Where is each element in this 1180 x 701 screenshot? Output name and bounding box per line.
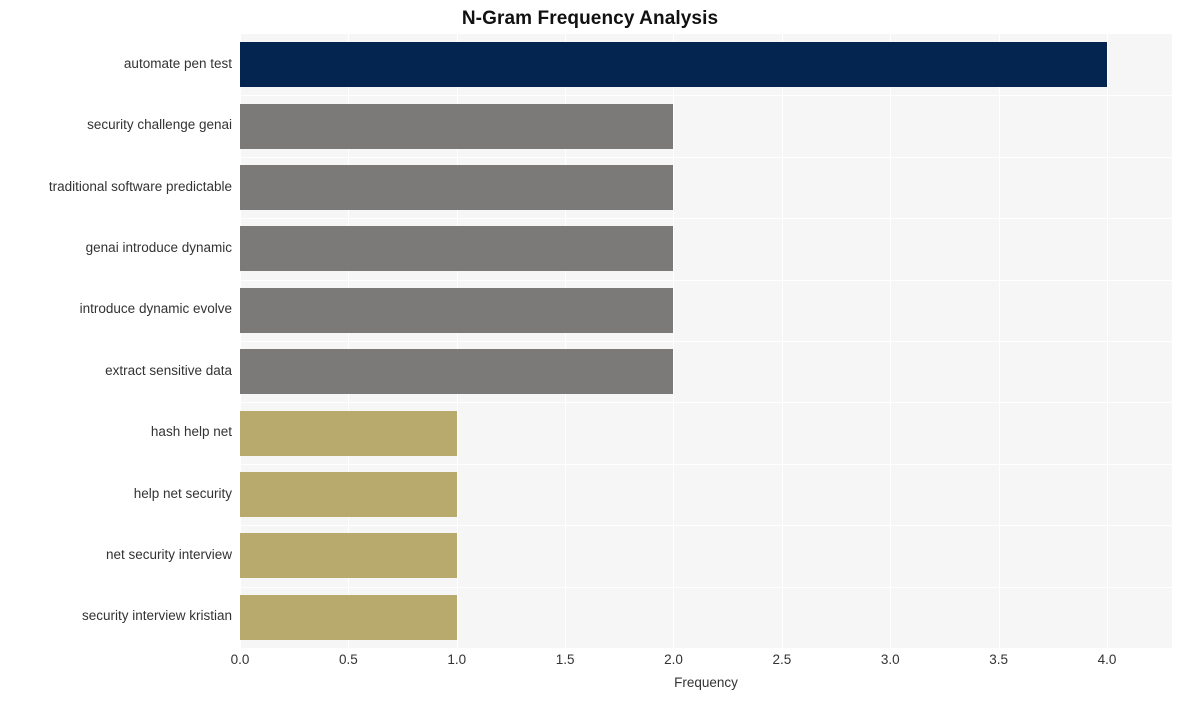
gridline-horizontal xyxy=(240,586,1172,588)
gridline-horizontal xyxy=(240,463,1172,465)
bar xyxy=(240,594,457,640)
y-tick-label: traditional software predictable xyxy=(48,178,232,194)
bar xyxy=(240,165,674,210)
y-tick-label: automate pen test xyxy=(123,55,232,71)
gridline-horizontal xyxy=(240,279,1172,281)
x-axis-title: Frequency xyxy=(674,675,738,690)
y-tick-label: genai introduce dynamic xyxy=(85,239,232,255)
x-tick-label: 3.5 xyxy=(989,652,1008,667)
y-tick-label: security challenge genai xyxy=(87,117,232,133)
chart-figure: N-Gram Frequency Analysis automate pen t… xyxy=(0,0,1180,701)
bar xyxy=(240,533,457,579)
y-axis-tick-labels: automate pen test security challenge gena… xyxy=(0,34,232,648)
y-tick-label: help net security xyxy=(133,485,232,501)
y-tick-label: net security interview xyxy=(105,546,232,562)
y-tick-label: extract sensitive data xyxy=(105,362,232,378)
bar xyxy=(240,472,457,517)
bar xyxy=(240,410,457,456)
bar xyxy=(240,349,674,395)
gridline-horizontal xyxy=(240,341,1172,342)
gridline-horizontal xyxy=(240,95,1172,97)
x-tick-label: 2.5 xyxy=(772,652,792,667)
x-tick-label: 0.0 xyxy=(230,652,250,667)
y-tick-label: hash help net xyxy=(150,424,232,440)
x-tick-label: 4.0 xyxy=(1097,652,1117,667)
x-tick-label: 2.0 xyxy=(664,652,683,667)
x-axis-tick-labels: 0.0 0.5 1.0 1.5 2.0 2.5 3.0 3.5 4.0 xyxy=(231,648,1172,674)
x-tick-label: 3.0 xyxy=(880,652,900,667)
y-tick-label: introduce dynamic evolve xyxy=(79,301,232,317)
bar xyxy=(240,287,674,333)
bar xyxy=(240,226,674,272)
chart-title: N-Gram Frequency Analysis xyxy=(461,8,719,29)
bar xyxy=(240,103,674,149)
bar xyxy=(240,42,1107,88)
gridline-horizontal xyxy=(240,525,1172,527)
gridline-horizontal xyxy=(240,402,1172,404)
plot-area xyxy=(240,34,1172,648)
x-tick-label: 1.5 xyxy=(555,652,575,667)
x-tick-label: 0.5 xyxy=(338,652,358,667)
gridline-horizontal xyxy=(240,218,1172,220)
x-tick-label: 1.0 xyxy=(447,652,467,667)
gridline-horizontal xyxy=(240,156,1172,158)
y-tick-label: security interview kristian xyxy=(81,608,232,624)
